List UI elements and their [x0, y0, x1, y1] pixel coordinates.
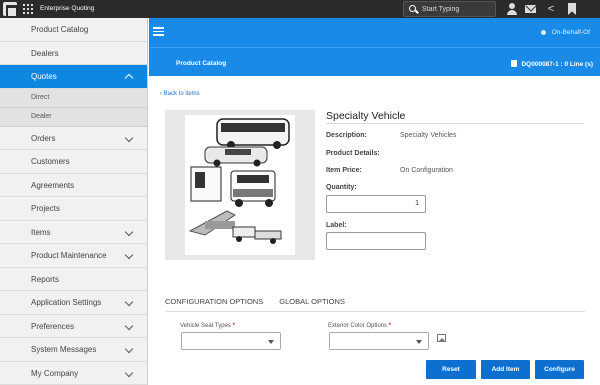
- color-options-select[interactable]: [329, 332, 429, 350]
- sidebar: Product Catalog Dealers Quotes Direct De…: [0, 18, 148, 385]
- sidebar-item-label: Product Catalog: [31, 25, 89, 34]
- color-options-label: Exterior Color Options *: [328, 323, 391, 329]
- share-icon[interactable]: <: [545, 3, 557, 15]
- top-bar: Enterprise Quoting Start Typing <: [0, 0, 600, 18]
- mail-icon[interactable]: [525, 3, 537, 15]
- quantity-label: Quantity:: [326, 184, 357, 191]
- user-icon[interactable]: [506, 3, 518, 15]
- sidebar-item-label: Agreements: [31, 180, 75, 190]
- sidebar-item-label: Customers: [31, 157, 70, 166]
- product-title: Specialty Vehicle: [326, 110, 406, 122]
- cart-summary[interactable]: DQ000087-1 : 0 Line (s): [511, 60, 593, 68]
- app-title: Enterprise Quoting: [40, 5, 95, 12]
- color-options-label-text: Exterior Color Options: [328, 323, 388, 329]
- chevron-down-icon: [124, 321, 134, 330]
- chevron-down-icon: [124, 227, 134, 236]
- description-value: Specialty Vehicles: [400, 132, 457, 139]
- sidebar-subitem-direct[interactable]: Direct: [0, 88, 147, 108]
- options-tabs: CONFIGURATION OPTIONS GLOBAL OPTIONS: [165, 297, 359, 306]
- seat-types-label: Vehicle Seat Types *: [180, 323, 235, 329]
- item-price-value: On Configuration: [400, 167, 453, 174]
- sidebar-item-label: Reports: [31, 274, 60, 284]
- sidebar-item-customers[interactable]: Customers: [0, 150, 147, 174]
- seat-types-label-text: Vehicle Seat Types: [180, 323, 231, 329]
- sidebar-item-label: Product Maintenance: [31, 251, 107, 260]
- back-to-items-link[interactable]: ‹ Back to items: [160, 91, 200, 97]
- chevron-down-icon: [124, 297, 134, 307]
- reset-button[interactable]: Reset: [426, 360, 476, 379]
- required-marker: *: [388, 323, 392, 329]
- tab-global-options[interactable]: GLOBAL OPTIONS: [279, 297, 345, 306]
- sidebar-item-label: Preferences: [31, 321, 75, 331]
- label-input[interactable]: [326, 232, 426, 250]
- sidebar-item-label: Orders: [31, 133, 56, 143]
- sidebar-item-system-messages[interactable]: System Messages: [0, 338, 147, 362]
- sidebar-item-dealers[interactable]: Dealers: [0, 42, 147, 65]
- product-details-label: Product Details:: [326, 150, 380, 157]
- product-image: [185, 115, 295, 255]
- sidebar-item-label: Application Settings: [31, 298, 102, 307]
- search-placeholder: Start Typing: [422, 5, 460, 13]
- title-divider: [326, 123, 584, 124]
- search-input[interactable]: Start Typing: [403, 1, 496, 17]
- quantity-value: 1: [415, 200, 419, 207]
- tab-configuration-options[interactable]: CONFIGURATION OPTIONS: [165, 297, 263, 306]
- app-logo-icon[interactable]: [3, 2, 18, 18]
- sidebar-item-label: My Company: [31, 368, 79, 378]
- sidebar-item-my-company[interactable]: My Company: [0, 362, 147, 385]
- header-divider: [149, 47, 600, 48]
- search-icon: [409, 5, 416, 12]
- breadcrumb[interactable]: Product Catalog: [176, 60, 226, 67]
- sidebar-item-reports[interactable]: Reports: [0, 268, 147, 291]
- chevron-down-icon: [124, 250, 134, 260]
- page-header: On-Behalf-Of Product Catalog DQ000087-1 …: [149, 18, 600, 76]
- seat-types-select[interactable]: [181, 332, 281, 350]
- chevron-up-icon: [124, 73, 134, 83]
- required-marker: *: [232, 323, 235, 329]
- on-behalf-of-button[interactable]: On-Behalf-Of: [541, 29, 590, 36]
- description-label: Description:: [326, 132, 367, 139]
- sidebar-subitem-dealer[interactable]: Dealer: [0, 107, 147, 127]
- label-field-label: Label:: [326, 222, 347, 229]
- chevron-down-icon: [124, 368, 134, 377]
- hamburger-menu-icon[interactable]: [153, 27, 164, 36]
- configure-button[interactable]: Configure: [535, 360, 584, 379]
- sidebar-item-quotes[interactable]: Quotes: [0, 65, 147, 89]
- apps-grid-icon[interactable]: [23, 4, 33, 14]
- sidebar-item-orders[interactable]: Orders: [0, 127, 147, 150]
- bookmark-icon[interactable]: [566, 3, 578, 15]
- sidebar-item-application-settings[interactable]: Application Settings: [0, 291, 147, 315]
- image-icon[interactable]: [437, 334, 446, 342]
- sidebar-item-label: Quotes: [31, 72, 57, 81]
- sidebar-item-preferences[interactable]: Preferences: [0, 315, 147, 338]
- tabs-divider: [165, 311, 585, 312]
- chevron-down-icon: [124, 344, 134, 354]
- chevron-down-icon: [124, 133, 134, 142]
- quantity-input[interactable]: 1: [326, 195, 426, 213]
- sidebar-item-label: System Messages: [31, 345, 97, 354]
- sidebar-item-projects[interactable]: Projects: [0, 197, 147, 221]
- add-item-button[interactable]: Add Item: [481, 360, 530, 379]
- sidebar-item-label: Items: [31, 227, 51, 237]
- sidebar-subitem-label: Direct: [31, 93, 50, 101]
- item-price-label: Item Price:: [326, 167, 362, 174]
- sidebar-item-product-catalog[interactable]: Product Catalog: [0, 18, 147, 42]
- sidebar-item-items[interactable]: Items: [0, 221, 147, 244]
- sidebar-item-agreements[interactable]: Agreements: [0, 174, 147, 197]
- sidebar-item-label: Projects: [31, 204, 60, 213]
- sidebar-item-label: Dealers: [31, 48, 59, 58]
- product-image-frame: [165, 110, 315, 260]
- sidebar-subitem-label: Dealer: [31, 112, 52, 120]
- sidebar-item-product-maintenance[interactable]: Product Maintenance: [0, 244, 147, 268]
